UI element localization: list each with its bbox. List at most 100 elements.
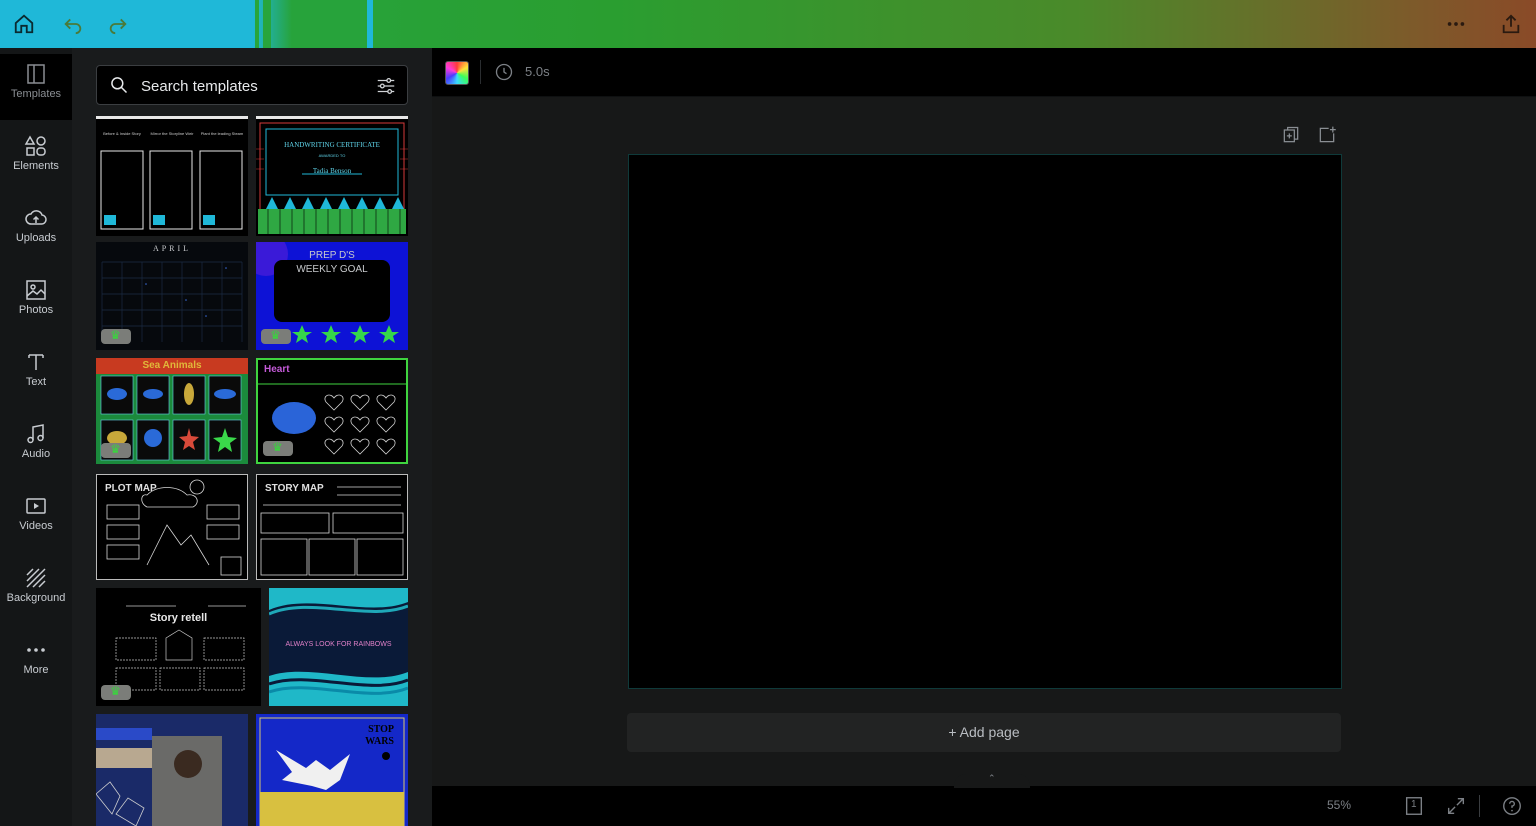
sidebar-item-label: Audio xyxy=(21,448,51,460)
template-april-calendar[interactable]: APRIL xyxy=(96,242,248,350)
bottom-divider xyxy=(1479,795,1480,817)
template-three-phone-frames[interactable]: Before & Inside Story Mirror the Storyli… xyxy=(96,116,248,236)
sidebar-item-elements[interactable]: Elements xyxy=(0,126,72,192)
page-count: 1 xyxy=(1411,799,1417,810)
canvas-workspace: + Add page xyxy=(432,97,1536,786)
template-plot-map[interactable]: PLOT MAP xyxy=(96,474,248,580)
ellipsis-icon xyxy=(27,648,45,652)
filter-sliders-icon[interactable] xyxy=(375,75,397,97)
template-text: Mirror the Storyline Weir xyxy=(150,131,194,136)
sidebar-item-label: Background xyxy=(6,592,66,604)
design-canvas[interactable] xyxy=(628,154,1342,689)
fullscreen-expand-icon[interactable] xyxy=(1445,795,1467,817)
template-text: Heart xyxy=(264,364,290,375)
toolbar-divider xyxy=(480,60,481,84)
home-icon xyxy=(14,14,34,34)
template-text: WEEKLY GOAL xyxy=(296,264,368,275)
topbar-stripe xyxy=(297,0,365,48)
premium-crown-badge xyxy=(101,684,131,700)
upload-cloud-icon xyxy=(25,210,47,225)
templates-icon xyxy=(27,64,45,84)
topbar-stripe xyxy=(263,0,271,48)
template-collage-poster[interactable] xyxy=(96,714,248,826)
template-text: Tadia Benson xyxy=(312,167,352,175)
search-bar xyxy=(96,65,408,105)
template-thumbnail xyxy=(100,150,243,230)
template-heart-worksheet[interactable]: Heart xyxy=(256,358,408,464)
premium-crown-badge xyxy=(263,440,293,456)
more-options-button[interactable] xyxy=(1440,8,1472,40)
template-text: STOP xyxy=(368,724,394,735)
share-icon xyxy=(1502,14,1520,34)
redo-icon xyxy=(109,18,127,35)
video-play-icon xyxy=(26,498,46,514)
redo-button[interactable] xyxy=(102,8,134,40)
add-page-button[interactable]: + Add page xyxy=(627,713,1341,752)
search-input[interactable] xyxy=(139,74,363,98)
elements-icon xyxy=(24,135,46,156)
notes-toggle-tab[interactable]: ⌃ xyxy=(954,773,1030,788)
topbar-stripe xyxy=(367,0,373,48)
template-text: Story retell xyxy=(149,612,208,624)
sidebar-item-label: Photos xyxy=(18,304,54,316)
text-t-icon xyxy=(28,354,44,370)
sidebar-item-videos[interactable]: Videos xyxy=(0,486,72,552)
premium-crown-badge xyxy=(261,328,291,344)
sidebar-item-background[interactable]: Background xyxy=(0,558,72,624)
template-text: PLOT MAP xyxy=(105,483,157,494)
template-sea-animals[interactable]: Sea Animals xyxy=(96,358,248,464)
sidebar-item-uploads[interactable]: Uploads xyxy=(0,198,72,264)
zoom-level[interactable]: 55% xyxy=(1327,798,1351,812)
sidebar-item-templates[interactable]: Templates xyxy=(0,54,72,120)
add-page-icon[interactable] xyxy=(1317,125,1337,145)
sidebar-item-label: Elements xyxy=(13,160,59,172)
share-button[interactable] xyxy=(1495,8,1527,40)
premium-crown-badge xyxy=(101,328,131,344)
top-bar xyxy=(0,0,1536,48)
duplicate-page-icon[interactable] xyxy=(1281,125,1301,145)
template-weekly-goal[interactable]: PREP D'S WEEKLY GOAL xyxy=(256,242,408,350)
search-icon xyxy=(111,77,128,94)
sidebar-item-text[interactable]: Text xyxy=(0,342,72,408)
template-text: STORY MAP xyxy=(265,483,324,494)
page-duration[interactable]: 5.0s xyxy=(525,64,550,79)
template-text: APRIL xyxy=(152,244,192,253)
timer-clock-icon[interactable] xyxy=(494,62,514,82)
help-icon[interactable] xyxy=(1501,795,1523,817)
home-button[interactable] xyxy=(8,8,40,40)
page-count-button[interactable]: 1 xyxy=(1403,795,1425,817)
undo-button[interactable] xyxy=(57,8,89,40)
template-text: WARS xyxy=(365,736,394,747)
template-story-retell[interactable]: Story retell xyxy=(96,588,261,706)
more-options-icon xyxy=(1447,22,1465,26)
template-text: ALWAYS LOOK FOR RAINBOWS xyxy=(285,641,392,648)
sidebar-item-label: Templates xyxy=(10,88,62,100)
template-text: AWARDED TO xyxy=(318,153,346,158)
sidebar-item-label: Text xyxy=(25,376,47,388)
template-story-map[interactable]: STORY MAP xyxy=(256,474,408,580)
premium-crown-badge xyxy=(101,442,131,458)
music-note-icon xyxy=(27,424,44,444)
undo-icon xyxy=(64,18,82,35)
sidebar-item-label: Videos xyxy=(19,520,53,532)
template-handwriting-certificate[interactable]: HANDWRITING CERTIFICATE AWARDED TO Tadia… xyxy=(256,116,408,236)
template-thumbnail xyxy=(96,728,222,826)
side-navigation-rail: Templates Elements Uploads Photos Text A… xyxy=(0,48,72,826)
template-thumbnail xyxy=(256,122,408,234)
hatched-background-icon xyxy=(26,568,46,588)
template-always-look-for-rainbows[interactable]: ALWAYS LOOK FOR RAINBOWS xyxy=(269,588,408,706)
color-picker-swatch[interactable] xyxy=(445,61,469,85)
template-stop-wars-poster[interactable]: STOP WARS xyxy=(256,714,408,826)
template-text: Sea Animals xyxy=(142,360,202,371)
photo-icon xyxy=(26,280,46,300)
sidebar-item-photos[interactable]: Photos xyxy=(0,270,72,336)
templates-panel: Before & Inside Story Mirror the Storyli… xyxy=(72,48,432,826)
template-text: Before & Inside Story xyxy=(103,131,141,136)
sidebar-item-label: Uploads xyxy=(15,232,57,244)
bottom-status-bar: ⌃ 55% 1 xyxy=(432,773,1536,826)
template-text: PREP D'S xyxy=(309,250,355,261)
sidebar-item-more[interactable]: More xyxy=(0,630,72,696)
editor-toolbar: 5.0s xyxy=(432,48,1536,97)
sidebar-item-audio[interactable]: Audio xyxy=(0,414,72,480)
sidebar-item-label: More xyxy=(23,664,49,676)
